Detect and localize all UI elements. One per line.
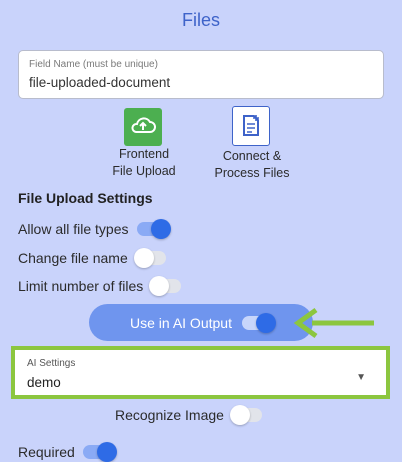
document-edit-icon xyxy=(243,115,259,136)
toggle-knob xyxy=(133,248,154,268)
recognize-image-toggle[interactable] xyxy=(229,405,262,425)
connect-process-files-label: Connect & Process Files xyxy=(214,149,290,180)
limit-number-of-files-label: Limit number of files xyxy=(18,278,144,294)
required-toggle[interactable] xyxy=(82,442,117,462)
required-row: Required xyxy=(18,442,117,462)
limit-number-of-files-row: Limit number of files xyxy=(18,276,182,296)
ai-settings-value: demo xyxy=(27,375,61,390)
file-upload-settings-heading: File Upload Settings xyxy=(18,190,153,206)
chevron-down-icon[interactable]: ▼ xyxy=(356,372,366,383)
toggle-knob xyxy=(149,276,170,296)
required-label: Required xyxy=(18,444,75,460)
field-name-value[interactable]: file-uploaded-document xyxy=(29,75,170,90)
use-in-ai-output-toggle[interactable] xyxy=(241,312,276,333)
limit-number-of-files-toggle[interactable] xyxy=(149,276,182,296)
recognize-image-row: Recognize Image xyxy=(115,405,262,425)
allow-all-file-types-row: Allow all file types xyxy=(18,219,171,239)
change-file-name-row: Change file name xyxy=(18,248,166,268)
toggle-knob xyxy=(255,312,276,333)
frontend-file-upload-label: Frontend File Upload xyxy=(112,147,176,178)
toggle-knob xyxy=(96,442,117,462)
field-name-input[interactable]: Field Name (must be unique) file-uploade… xyxy=(18,50,384,99)
change-file-name-toggle[interactable] xyxy=(133,248,166,268)
connect-process-files-button[interactable] xyxy=(232,106,270,146)
ai-settings-label: AI Settings xyxy=(27,358,76,369)
field-name-label: Field Name (must be unique) xyxy=(29,59,158,70)
toggle-knob xyxy=(150,219,171,239)
panel-title: Files xyxy=(181,10,220,30)
arrow-left-icon xyxy=(293,307,374,339)
cloud-upload-icon xyxy=(131,117,156,133)
allow-all-file-types-toggle[interactable] xyxy=(136,219,171,239)
use-in-ai-output-label: Use in AI Output xyxy=(130,314,232,331)
frontend-file-upload-button[interactable] xyxy=(124,108,162,146)
toggle-knob xyxy=(229,405,250,425)
allow-all-file-types-label: Allow all file types xyxy=(18,221,129,237)
change-file-name-label: Change file name xyxy=(18,250,128,266)
ai-settings-select[interactable]: AI Settings demo ▼ xyxy=(11,346,390,399)
use-in-ai-output-button[interactable]: Use in AI Output xyxy=(89,304,313,341)
recognize-image-label: Recognize Image xyxy=(115,407,224,423)
